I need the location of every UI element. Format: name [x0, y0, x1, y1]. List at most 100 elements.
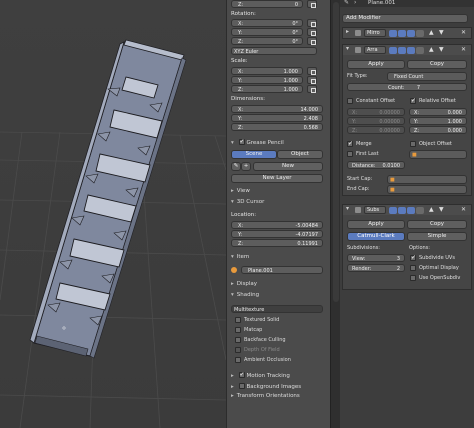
tab-simple[interactable]: Simple — [407, 232, 467, 241]
relative-x-field[interactable]: X: 0.000 — [409, 108, 467, 116]
count-field[interactable]: Count: 7 — [347, 83, 467, 91]
lock-icon[interactable] — [307, 19, 317, 27]
subsurf-modifier-name[interactable]: Subs — [364, 206, 386, 214]
move-up-icon[interactable]: ▲ — [429, 29, 434, 36]
mirror-modifier-header[interactable]: ▸ Mirro ▲ ▼ ✕ — [343, 28, 471, 38]
fit-type-dropdown[interactable]: Fixed Count — [387, 72, 467, 81]
edit-mode-toggle[interactable] — [389, 46, 397, 54]
view-levels-field[interactable]: View: 3 — [347, 254, 405, 262]
move-up-icon[interactable]: ▲ — [429, 46, 434, 53]
shading-mode-dropdown[interactable]: Multitexture — [231, 305, 323, 313]
cursor-x-field[interactable]: X: -5.00484 — [231, 221, 323, 229]
tab-object[interactable]: Object — [277, 150, 323, 159]
viewport-toggle-icon[interactable] — [407, 46, 415, 54]
scale-z-field[interactable]: Z: 1.000 — [231, 85, 303, 93]
collapse-arrow-icon[interactable]: ▸ — [346, 28, 352, 35]
move-down-icon[interactable]: ▼ — [439, 46, 444, 53]
item-name-field[interactable]: Plane.001 — [241, 266, 323, 274]
use-opensubdiv-checkbox[interactable] — [410, 275, 416, 281]
merge-distance-field[interactable]: Distance: 0.0100 — [347, 161, 405, 169]
lock-icon[interactable] — [307, 85, 317, 93]
end-cap-field[interactable]: ■ — [387, 185, 467, 194]
add-icon[interactable]: + — [241, 162, 251, 171]
tab-catmull-clark[interactable]: Catmull-Clark — [347, 232, 405, 241]
array-modifier-name[interactable]: Arra — [364, 46, 386, 54]
relative-offset-checkbox[interactable] — [410, 97, 416, 104]
display-panel-header[interactable]: Display — [231, 281, 257, 287]
constant-x-field[interactable]: X: 0.00000 — [347, 108, 405, 116]
item-panel-header[interactable]: Item — [231, 254, 250, 260]
location-z-field[interactable]: Z: 0 — [231, 0, 303, 8]
matcap-checkbox[interactable] — [235, 327, 241, 333]
shading-panel-header[interactable]: Shading — [231, 292, 259, 298]
tab-scene[interactable]: Scene — [231, 150, 277, 159]
lock-icon[interactable] — [307, 0, 317, 8]
relative-y-field[interactable]: Y: 1.000 — [409, 117, 467, 125]
first-last-checkbox[interactable] — [347, 151, 353, 157]
grease-pencil-checkbox[interactable] — [238, 138, 245, 145]
cursor-panel-header[interactable]: 3D Cursor — [231, 199, 265, 205]
lock-icon[interactable] — [307, 76, 317, 84]
view-panel-header[interactable]: View — [231, 188, 250, 194]
edit-mode-toggle[interactable] — [389, 206, 397, 214]
close-icon[interactable]: ✕ — [461, 206, 466, 213]
ambient-occlusion-checkbox[interactable] — [235, 357, 241, 363]
grease-pencil-panel-header[interactable]: Grease Pencil — [231, 138, 284, 146]
scrollbar-thumb[interactable] — [333, 2, 339, 302]
add-modifier-dropdown[interactable]: Add Modifier — [342, 14, 468, 23]
motion-tracking-panel-header[interactable]: Motion Tracking — [231, 371, 290, 379]
dimension-x-field[interactable]: X: 14.000 — [231, 105, 323, 113]
merge-checkbox[interactable] — [347, 140, 353, 147]
scale-x-field[interactable]: X: 1.000 — [231, 67, 303, 75]
constant-y-field[interactable]: Y: 0.00000 — [347, 117, 405, 125]
constant-z-field[interactable]: Z: 0.00000 — [347, 126, 405, 134]
subsurf-modifier-header[interactable]: ▾ Subs ▲ ▼ ✕ — [343, 205, 471, 215]
dimension-y-field[interactable]: Y: 2.408 — [231, 114, 323, 122]
move-down-icon[interactable]: ▼ — [439, 206, 444, 213]
expand-arrow-icon[interactable]: ▾ — [346, 205, 352, 212]
cage-toggle-icon[interactable] — [416, 206, 424, 214]
lock-icon[interactable] — [307, 37, 317, 45]
rotation-x-field[interactable]: X: 0° — [231, 19, 303, 27]
viewport-toggle-icon[interactable] — [407, 206, 415, 214]
constant-offset-checkbox[interactable] — [347, 98, 353, 104]
motion-tracking-checkbox[interactable] — [238, 371, 245, 378]
viewport-canvas[interactable] — [0, 0, 226, 428]
mesh-object[interactable] — [29, 39, 187, 359]
editor-scrollbar[interactable] — [330, 0, 340, 428]
cursor-z-field[interactable]: Z: 0.11991 — [231, 239, 323, 247]
render-toggle-icon[interactable] — [398, 29, 406, 37]
optimal-display-checkbox[interactable] — [410, 265, 416, 271]
rotation-z-field[interactable]: Z: 0° — [231, 37, 303, 45]
rotation-y-field[interactable]: Y: 0° — [231, 28, 303, 36]
backface-culling-checkbox[interactable] — [235, 337, 241, 343]
relative-z-field[interactable]: Z: 0.000 — [409, 126, 467, 134]
pencil-icon[interactable]: ✎ — [231, 162, 241, 171]
expand-arrow-icon[interactable]: ▾ — [346, 45, 352, 52]
cage-toggle-icon[interactable] — [416, 46, 424, 54]
lock-icon[interactable] — [307, 67, 317, 75]
scale-y-field[interactable]: Y: 1.000 — [231, 76, 303, 84]
viewport-toggle-icon[interactable] — [407, 29, 415, 37]
cage-toggle-icon[interactable] — [416, 29, 424, 37]
new-layer-button[interactable]: New Layer — [231, 174, 323, 183]
3d-viewport[interactable] — [0, 0, 226, 428]
start-cap-field[interactable]: ■ — [387, 175, 467, 184]
close-icon[interactable]: ✕ — [461, 46, 466, 53]
copy-button[interactable]: Copy — [407, 220, 467, 229]
depth-of-field-checkbox[interactable] — [235, 347, 241, 353]
offset-object-field[interactable]: ■ — [409, 150, 467, 159]
lock-icon[interactable] — [307, 28, 317, 36]
array-modifier-header[interactable]: ▾ Arra ▲ ▼ ✕ — [343, 45, 471, 55]
background-images-panel-header[interactable]: Background Images — [231, 382, 301, 390]
close-icon[interactable]: ✕ — [461, 29, 466, 36]
transform-orientations-panel-header[interactable]: Transform Orientations — [231, 393, 300, 399]
render-toggle-icon[interactable] — [398, 46, 406, 54]
subdivide-uvs-checkbox[interactable] — [410, 254, 416, 261]
move-up-icon[interactable]: ▲ — [429, 206, 434, 213]
cursor-y-field[interactable]: Y: -4.07197 — [231, 230, 323, 238]
render-levels-field[interactable]: Render: 2 — [347, 264, 405, 272]
move-down-icon[interactable]: ▼ — [439, 29, 444, 36]
mirror-modifier-name[interactable]: Mirro — [364, 29, 386, 37]
dimension-z-field[interactable]: Z: 0.568 — [231, 123, 323, 131]
